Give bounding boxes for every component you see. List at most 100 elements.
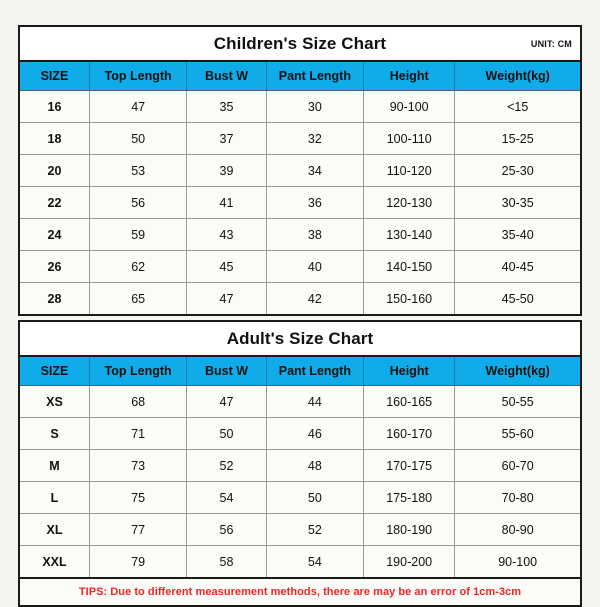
adult-table-header-row: SIZE Top Length Bust W Pant Length Heigh…	[20, 357, 580, 386]
size-chart-page: Children's Size Chart UNIT: CM SIZE Top …	[0, 0, 600, 607]
column-header-size: SIZE	[20, 62, 90, 91]
cell-pant-length: 32	[266, 122, 365, 155]
tips-text: TIPS: Due to different measurement metho…	[78, 586, 522, 598]
cell-size: 16	[20, 90, 90, 123]
cell-weight: 55-60	[454, 417, 580, 450]
cell-top-length: 53	[89, 154, 188, 187]
children-chart-title-bar: Children's Size Chart UNIT: CM	[20, 27, 580, 62]
children-table-header-row: SIZE Top Length Bust W Pant Length Heigh…	[20, 62, 580, 91]
column-header-height: Height	[363, 357, 456, 386]
column-header-size: SIZE	[20, 357, 90, 386]
adult-chart-title: Adult's Size Chart	[226, 328, 374, 348]
cell-pant-length: 40	[266, 250, 365, 283]
cell-top-length: 62	[89, 250, 188, 283]
children-size-table: SIZE Top Length Bust W Pant Length Heigh…	[20, 62, 580, 314]
table-row: XXL 79 58 54 190-200 90-100	[20, 545, 580, 577]
cell-weight: 30-35	[454, 186, 580, 219]
table-row: XS 68 47 44 160-165 50-55	[20, 385, 580, 418]
table-row: 28 65 47 42 150-160 45-50	[20, 282, 580, 314]
cell-weight: 50-55	[454, 385, 580, 418]
table-row: XL 77 56 52 180-190 80-90	[20, 513, 580, 546]
cell-weight: 40-45	[454, 250, 580, 283]
tips-bar: TIPS: Due to different measurement metho…	[20, 577, 580, 605]
column-header-weight: Weight(kg)	[454, 62, 580, 91]
cell-height: 140-150	[363, 250, 456, 283]
cell-bust-w: 56	[186, 513, 267, 546]
cell-height: 120-130	[363, 186, 456, 219]
column-header-pant-length: Pant Length	[266, 357, 365, 386]
column-header-height: Height	[363, 62, 456, 91]
cell-size: 22	[20, 186, 90, 219]
table-row: M 73 52 48 170-175 60-70	[20, 449, 580, 482]
cell-top-length: 65	[89, 282, 188, 314]
cell-pant-length: 44	[266, 385, 365, 418]
table-row: 20 53 39 34 110-120 25-30	[20, 154, 580, 187]
cell-size: 26	[20, 250, 90, 283]
cell-bust-w: 35	[186, 90, 267, 123]
cell-top-length: 56	[89, 186, 188, 219]
column-header-top-length: Top Length	[89, 357, 188, 386]
cell-pant-length: 38	[266, 218, 365, 251]
cell-top-length: 68	[89, 385, 188, 418]
table-row: 24 59 43 38 130-140 35-40	[20, 218, 580, 251]
cell-size: XXL	[20, 545, 90, 577]
cell-weight: 35-40	[454, 218, 580, 251]
table-row: S 71 50 46 160-170 55-60	[20, 417, 580, 450]
cell-weight: 70-80	[454, 481, 580, 514]
column-header-weight: Weight(kg)	[454, 357, 580, 386]
cell-size: 24	[20, 218, 90, 251]
cell-pant-length: 48	[266, 449, 365, 482]
column-header-pant-length: Pant Length	[266, 62, 365, 91]
cell-height: 150-160	[363, 282, 456, 314]
cell-height: 170-175	[363, 449, 456, 482]
column-header-bust-w: Bust W	[186, 62, 267, 91]
cell-height: 190-200	[363, 545, 456, 577]
cell-weight: <15	[454, 90, 580, 123]
cell-pant-length: 50	[266, 481, 365, 514]
adult-size-table: SIZE Top Length Bust W Pant Length Heigh…	[20, 357, 580, 577]
cell-pant-length: 42	[266, 282, 365, 314]
cell-pant-length: 52	[266, 513, 365, 546]
table-row: 18 50 37 32 100-110 15-25	[20, 122, 580, 155]
cell-size: 18	[20, 122, 90, 155]
cell-size: S	[20, 417, 90, 450]
column-header-bust-w: Bust W	[186, 357, 267, 386]
adult-chart-title-bar: Adult's Size Chart	[20, 322, 580, 357]
cell-weight: 80-90	[454, 513, 580, 546]
cell-top-length: 73	[89, 449, 188, 482]
cell-bust-w: 37	[186, 122, 267, 155]
cell-pant-length: 34	[266, 154, 365, 187]
unit-label: UNIT: CM	[530, 38, 572, 49]
cell-height: 160-170	[363, 417, 456, 450]
cell-size: 28	[20, 282, 90, 314]
cell-weight: 45-50	[454, 282, 580, 314]
cell-bust-w: 54	[186, 481, 267, 514]
cell-top-length: 79	[89, 545, 188, 577]
column-header-top-length: Top Length	[89, 62, 188, 91]
cell-height: 130-140	[363, 218, 456, 251]
table-row: 22 56 41 36 120-130 30-35	[20, 186, 580, 219]
table-row: 16 47 35 30 90-100 <15	[20, 90, 580, 123]
cell-pant-length: 30	[266, 90, 365, 123]
cell-weight: 60-70	[454, 449, 580, 482]
cell-size: XL	[20, 513, 90, 546]
cell-height: 90-100	[363, 90, 456, 123]
cell-height: 110-120	[363, 154, 456, 187]
cell-top-length: 77	[89, 513, 188, 546]
children-size-chart-block: Children's Size Chart UNIT: CM SIZE Top …	[18, 25, 582, 316]
cell-top-length: 75	[89, 481, 188, 514]
cell-size: 20	[20, 154, 90, 187]
cell-top-length: 47	[89, 90, 188, 123]
cell-weight: 90-100	[454, 545, 580, 577]
cell-pant-length: 54	[266, 545, 365, 577]
cell-bust-w: 58	[186, 545, 267, 577]
cell-height: 180-190	[363, 513, 456, 546]
cell-bust-w: 45	[186, 250, 267, 283]
cell-pant-length: 36	[266, 186, 365, 219]
cell-weight: 15-25	[454, 122, 580, 155]
cell-bust-w: 39	[186, 154, 267, 187]
cell-height: 175-180	[363, 481, 456, 514]
cell-height: 160-165	[363, 385, 456, 418]
cell-top-length: 71	[89, 417, 188, 450]
cell-bust-w: 41	[186, 186, 267, 219]
